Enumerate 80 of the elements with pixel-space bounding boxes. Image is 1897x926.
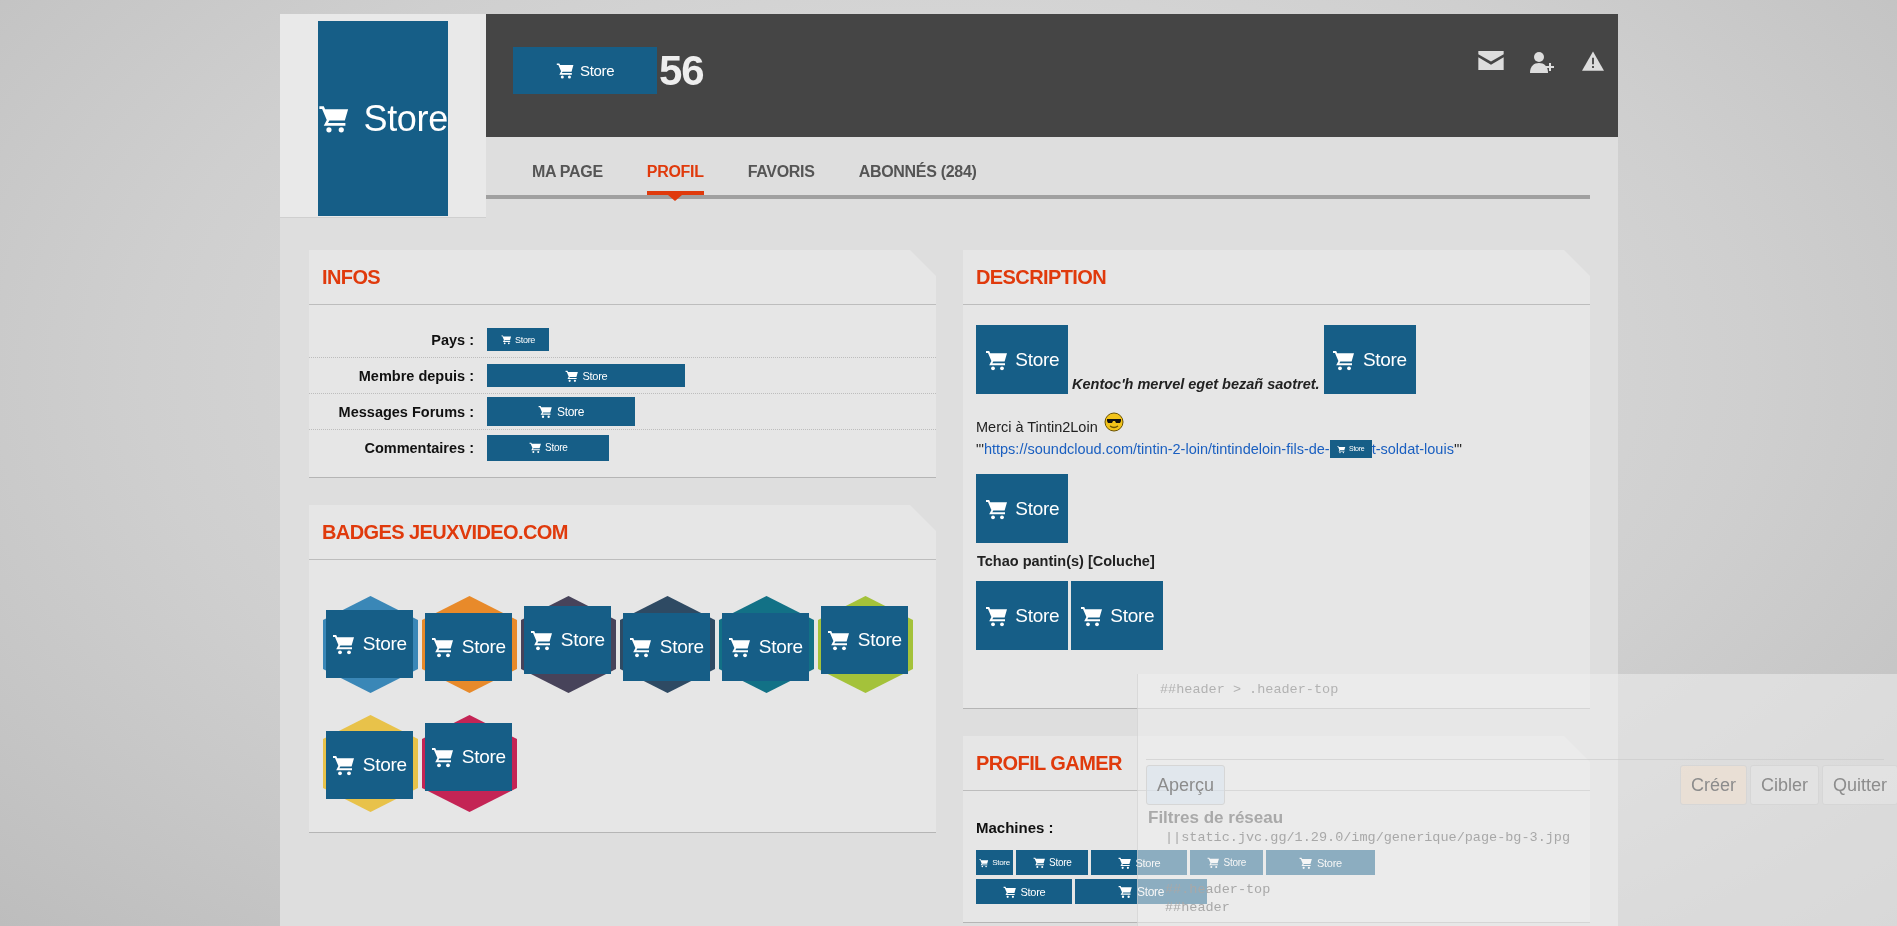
- logo-text: Store: [1015, 497, 1060, 520]
- cart-icon: [431, 745, 456, 769]
- logo-text: Store: [992, 858, 1010, 867]
- logo-text: Store: [1110, 604, 1155, 627]
- cart-icon: [1117, 884, 1133, 899]
- cart-icon: [728, 635, 753, 659]
- info-label: Pays :: [430, 331, 474, 348]
- panel-title: INFOS: [322, 265, 381, 289]
- logo-text: Store: [515, 334, 536, 345]
- cart-icon: [537, 404, 553, 419]
- filter-line: ##header: [1165, 900, 1230, 915]
- cart-icon: [1032, 856, 1046, 869]
- signature-text: Tchao pantin(s) [Coluche]: [977, 553, 1156, 569]
- logo-text: Store: [557, 404, 585, 419]
- logo-text: Store: [1020, 885, 1046, 898]
- cart-icon: [827, 628, 852, 652]
- logo-text: Store: [1223, 857, 1246, 868]
- warning-icon[interactable]: [1582, 50, 1604, 71]
- logo-text: Store: [579, 62, 615, 79]
- info-label: Membre depuis :: [357, 367, 474, 384]
- thanks-text: Merci à Tintin2Loin: [976, 418, 1098, 437]
- cart-icon: [332, 753, 357, 777]
- logo-text: Store: [1137, 884, 1165, 899]
- cart-icon: [431, 635, 456, 659]
- logo-text: Store: [560, 629, 605, 651]
- add-user-icon[interactable]: [1530, 50, 1556, 73]
- cart-icon: [1337, 444, 1347, 454]
- picker-button[interactable]: Cibler: [1749, 765, 1819, 805]
- cart-icon: [1299, 855, 1314, 870]
- cart-icon: [564, 368, 579, 383]
- cart-icon: [500, 334, 512, 345]
- profile-tab[interactable]: MA PAGE: [532, 159, 603, 191]
- cart-icon: [1002, 884, 1017, 899]
- cart-icon: [530, 628, 555, 652]
- logo-text: Store: [1015, 604, 1060, 627]
- soundcloud-link[interactable]: t-soldat-louis: [1371, 438, 1454, 460]
- cart-icon: [1117, 855, 1132, 870]
- logo-text: Store: [1015, 348, 1060, 371]
- username-text: 56: [659, 46, 704, 95]
- logo-text: Store: [659, 636, 704, 658]
- filter-line: ||static.jvc.gg/1.29.0/img/generique/page-bg-3.jpg: [1165, 830, 1571, 845]
- logo-text: Store: [758, 636, 803, 658]
- cart-icon: [1207, 856, 1221, 869]
- logo-text: Store: [1317, 856, 1342, 869]
- logo-text: Store: [545, 442, 568, 453]
- logo-text: Store: [363, 97, 448, 140]
- picker-button[interactable]: Quitter: [1821, 765, 1897, 805]
- profile-tab[interactable]: PROFIL: [646, 159, 704, 195]
- logo-text: Store: [461, 746, 506, 768]
- active-tab-pointer: [668, 195, 683, 201]
- logo-text: Store: [1049, 857, 1072, 868]
- info-label: Messages Forums :: [337, 403, 474, 420]
- mail-icon[interactable]: [1478, 50, 1504, 70]
- sunglasses-smiley-icon: [1103, 412, 1124, 432]
- cart-icon: [528, 441, 542, 454]
- filter-field[interactable]: ##header > .header-top: [1146, 674, 1884, 760]
- panel-title: BADGES JEUXVIDEO.COM: [322, 520, 568, 544]
- quote-text: Kentoc'h mervel eget bezañ saotret.: [1072, 376, 1320, 392]
- profile-tab[interactable]: ABONNÉS (284): [858, 159, 977, 191]
- cart-icon: [555, 61, 575, 80]
- picker-button[interactable]: Créer: [1679, 765, 1747, 805]
- logo-text: Store: [362, 754, 407, 776]
- logo-text: Store: [1362, 348, 1407, 371]
- network-filters-title: Filtres de réseau: [1148, 808, 1284, 828]
- quote-mark: "': [976, 440, 984, 459]
- preview-button[interactable]: Aperçu: [1146, 765, 1226, 805]
- panel-title: PROFIL GAMER: [976, 751, 1122, 775]
- machines-label: Machines :: [976, 819, 1054, 836]
- logo-text: Store: [857, 629, 902, 651]
- quote-mark: '": [1453, 440, 1462, 459]
- logo-text: Store: [362, 633, 407, 655]
- soundcloud-link[interactable]: https://soundcloud.com/tintin-2-loin/tintindeloin-fils-de-: [983, 438, 1330, 460]
- panel-title: DESCRIPTION: [976, 265, 1107, 289]
- info-label: Commentaires :: [363, 439, 474, 456]
- cart-icon: [979, 857, 990, 868]
- profile-tab[interactable]: FAVORIS: [747, 159, 815, 191]
- cart-icon: [332, 632, 357, 656]
- logo-text: Store: [461, 636, 506, 658]
- logo-text: Store: [582, 369, 608, 382]
- cart-icon: [629, 635, 654, 659]
